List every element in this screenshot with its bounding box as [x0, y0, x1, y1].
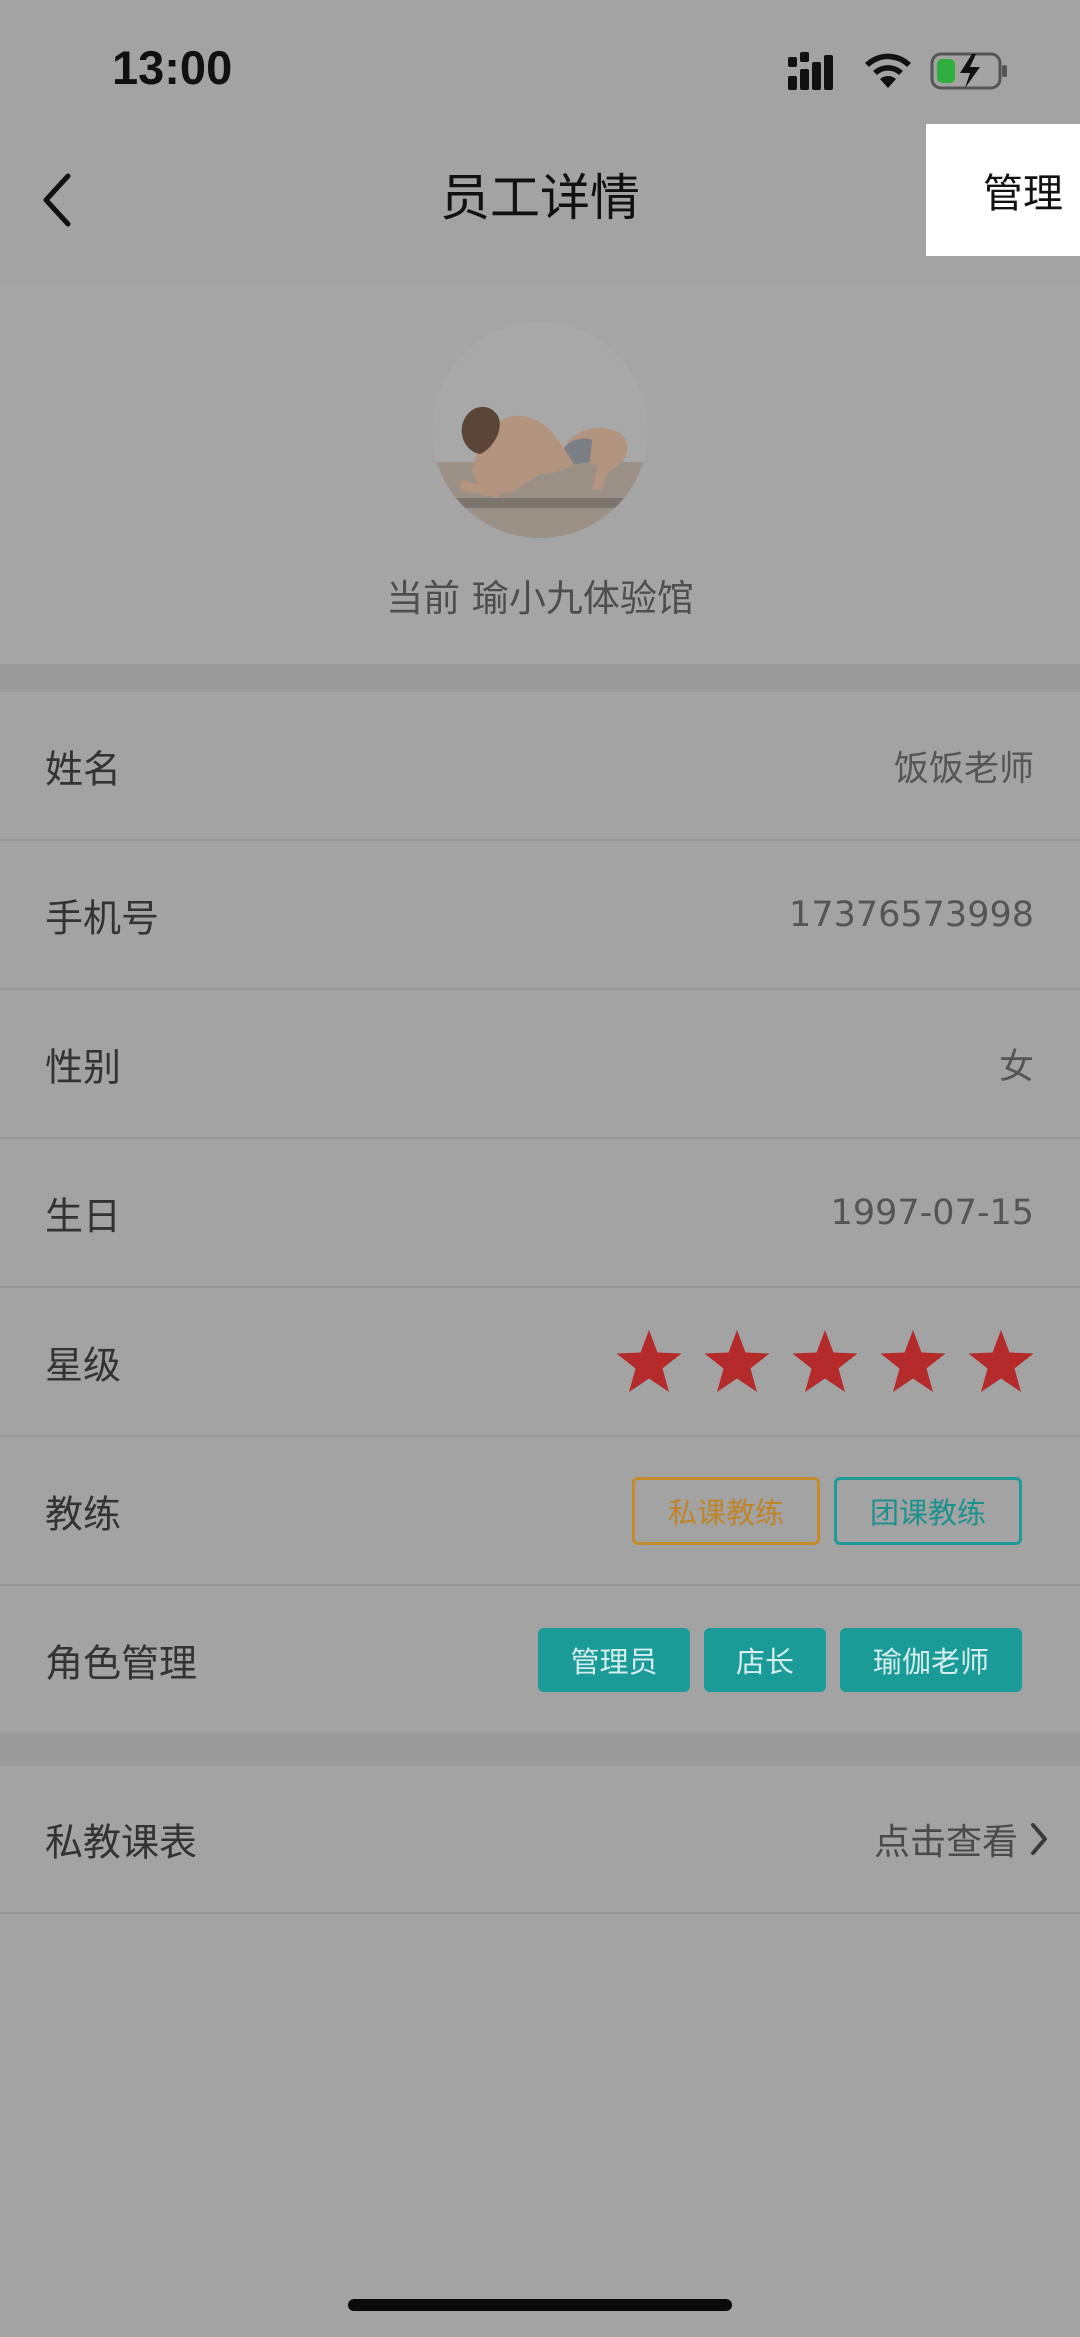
coach-label: 教练 [45, 1492, 122, 1536]
gender-value: 女 [998, 1047, 1034, 1087]
battery-charging-icon [930, 52, 1007, 90]
rating-label: 星级 [45, 1343, 122, 1387]
phone-row: 手机号 17376573998 [0, 841, 1080, 990]
name-value: 饭饭老师 [893, 749, 1034, 789]
section-divider [0, 1734, 1080, 1766]
employee-info-list: 姓名 饭饭老师 手机号 17376573998 性别 女 生日 1997-07-… [0, 692, 1080, 1735]
private-schedule-row[interactable]: 私教课表 点击查看 [0, 1766, 1080, 1914]
private-coach-tag: 私课教练 [632, 1476, 820, 1545]
star-icon [880, 1329, 946, 1392]
group-coach-tag: 团课教练 [834, 1476, 1022, 1545]
chevron-right-icon [1031, 1823, 1047, 1855]
admin-role-tag: 管理员 [538, 1627, 690, 1692]
yoga-pose-photo [432, 322, 648, 538]
section-divider [0, 664, 1080, 692]
current-store: 当前 瑜小九体验馆 [386, 577, 694, 620]
role-tags: 管理员 店长 瑜伽老师 [538, 1627, 1022, 1692]
status-time: 13:00 [112, 41, 233, 94]
view-schedule-label: 点击查看 [873, 1822, 1018, 1863]
manage-button-label: 管理 [983, 171, 1063, 217]
roles-row: 角色管理 管理员 店长 瑜伽老师 [0, 1586, 1080, 1735]
home-indicator [348, 2299, 732, 2311]
birthday-label: 生日 [45, 1194, 122, 1238]
gender-row: 性别 女 [0, 990, 1080, 1139]
wifi-icon [865, 53, 911, 88]
page-title: 员工详情 [440, 169, 640, 227]
star-icon [968, 1329, 1034, 1392]
star-rating [614, 1328, 1036, 1396]
star-icon [704, 1329, 770, 1392]
profile-card: 当前 瑜小九体验馆 [0, 282, 1080, 664]
star-icon [792, 1329, 858, 1392]
birthday-value: 1997-07-15 [830, 1192, 1034, 1233]
status-bar: 13:00 [0, 0, 1080, 120]
nav-bar: 员工详情 管理 [0, 120, 1080, 280]
coach-tags: 私课教练 团课教练 [632, 1476, 1022, 1545]
yoga-teacher-role-tag: 瑜伽老师 [840, 1627, 1022, 1692]
coach-row: 教练 私课教练 团课教练 [0, 1437, 1080, 1586]
gender-label: 性别 [45, 1045, 122, 1089]
manager-role-tag: 店长 [704, 1627, 826, 1692]
name-label: 姓名 [45, 747, 122, 791]
view-schedule-link[interactable]: 点击查看 [874, 1813, 1050, 1865]
avatar[interactable] [432, 322, 648, 538]
schedule-label: 私教课表 [45, 1820, 198, 1865]
name-row: 姓名 饭饭老师 [0, 692, 1080, 841]
manage-button[interactable]: 管理 [926, 124, 1080, 256]
phone-label: 手机号 [45, 896, 160, 940]
birthday-row: 生日 1997-07-15 [0, 1139, 1080, 1288]
phone-value: 17376573998 [789, 894, 1034, 935]
roles-label: 角色管理 [45, 1641, 198, 1685]
rating-row: 星级 [0, 1288, 1080, 1437]
cellular-signal-icon [788, 52, 833, 90]
star-icon [616, 1329, 682, 1392]
